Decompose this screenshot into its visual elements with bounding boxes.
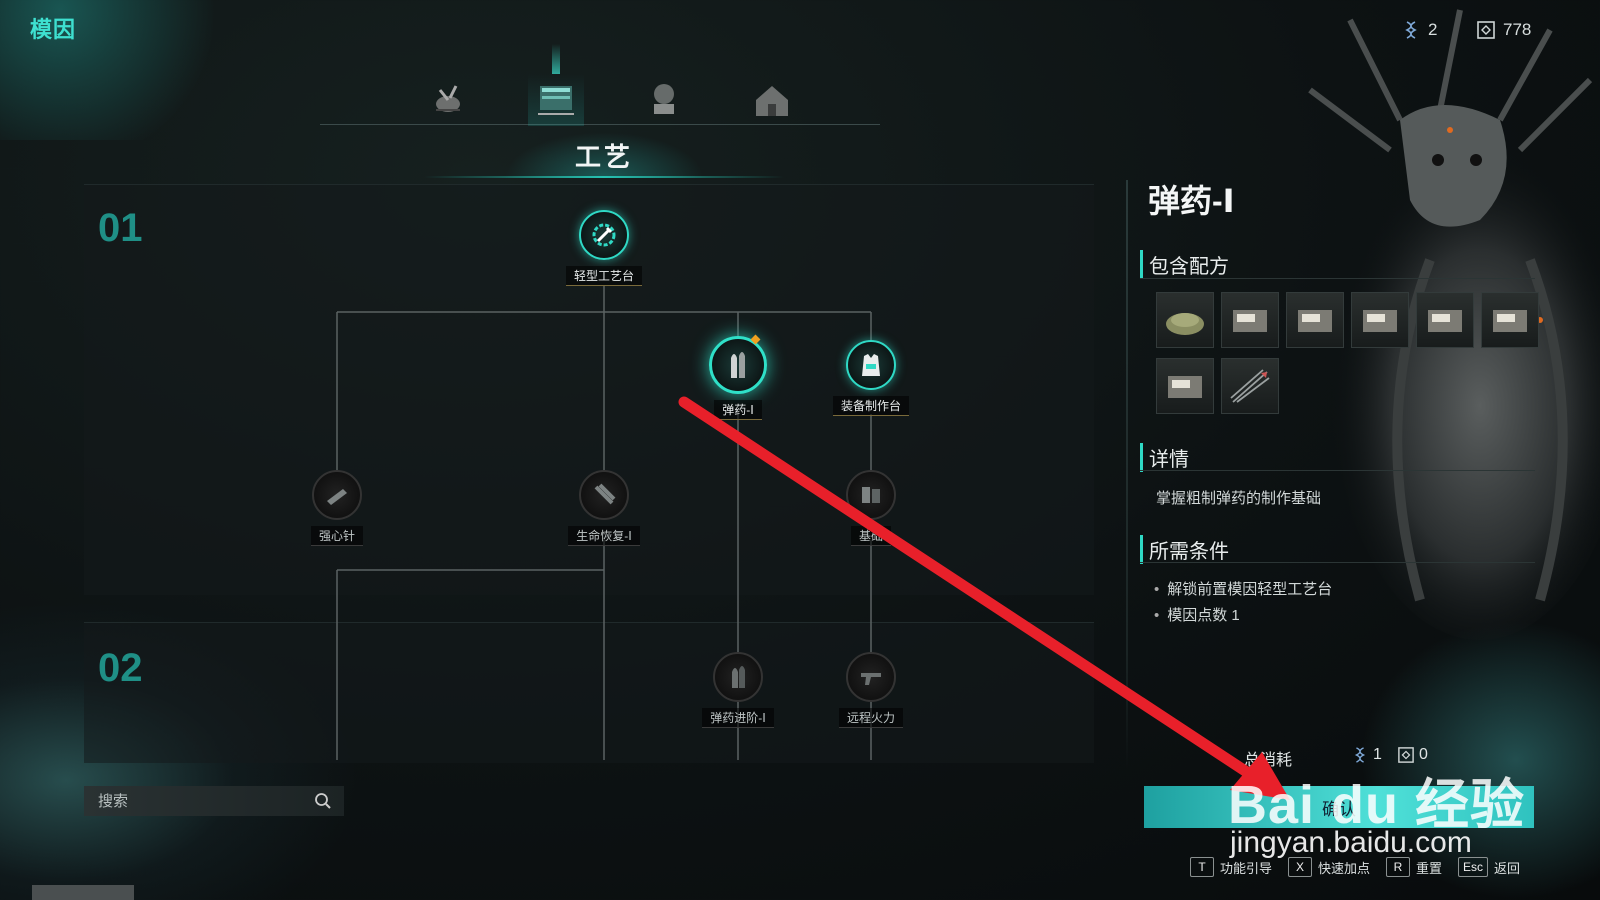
ammo-box-icon <box>1233 310 1267 332</box>
hint-label: 功能引导 <box>1220 860 1273 876</box>
skill-node-heal-1[interactable]: 生命恢复-Ⅰ <box>544 470 664 546</box>
syringe-icon <box>327 489 347 505</box>
recipes-heading: 包含配方 <box>1140 250 1229 279</box>
requirement-item: 模因点数 1 <box>1154 604 1240 625</box>
node-label: 弹药-Ⅰ <box>714 400 762 420</box>
ammo-box-icon <box>1428 310 1462 332</box>
hint-label: 重置 <box>1416 860 1443 876</box>
recipe-slot[interactable] <box>1286 292 1344 348</box>
hint-quick-add[interactable]: X 快速加点 <box>1288 857 1370 877</box>
hint-back[interactable]: Esc 返回 <box>1458 857 1520 877</box>
skill-node-ammo-1[interactable]: 弹药-Ⅰ <box>678 334 798 420</box>
skill-node-ammo-advanced[interactable]: 弹药进阶-Ⅰ <box>678 652 798 728</box>
node-disc <box>846 340 896 390</box>
node-label: 生命恢复-Ⅰ <box>568 526 640 546</box>
hint-label: 返回 <box>1494 860 1521 876</box>
heading-rule <box>1140 278 1535 279</box>
key-cap: T <box>1190 857 1214 877</box>
key-cap: R <box>1386 857 1410 877</box>
node-disc <box>709 336 767 394</box>
hint-guide[interactable]: T 功能引导 <box>1190 857 1272 877</box>
requirement-item: 解锁前置模因轻型工艺台 <box>1154 578 1332 599</box>
details-heading: 详情 <box>1140 443 1189 472</box>
node-label: 装备制作台 <box>832 396 909 416</box>
ammo-box-icon <box>1168 376 1202 398</box>
recipe-slot[interactable] <box>1351 292 1409 348</box>
bullets-icon <box>732 666 745 688</box>
search-icon[interactable] <box>314 792 332 810</box>
node-disc <box>579 210 629 260</box>
panel-divider <box>1126 180 1128 770</box>
hint-reset[interactable]: R 重置 <box>1386 857 1442 877</box>
node-label: 弹药进阶-Ⅰ <box>702 708 774 728</box>
search-box[interactable] <box>84 786 344 816</box>
node-label: 基础 <box>850 526 891 546</box>
skill-node-equipment-bench[interactable]: 装备制作台 <box>811 340 931 416</box>
details-text: 掌握粗制弹药的制作基础 <box>1156 490 1322 507</box>
skill-node-adrenaline[interactable]: 强心针 <box>277 470 397 546</box>
recipe-slot[interactable] <box>1156 358 1214 414</box>
node-disc <box>846 652 896 702</box>
key-cap: X <box>1288 857 1312 877</box>
gunpowder-icon <box>1166 313 1204 335</box>
hint-label: 快速加点 <box>1318 860 1371 876</box>
ammo-box-icon <box>1363 310 1397 332</box>
ammo-box-icon <box>1298 310 1332 332</box>
node-disc <box>312 470 362 520</box>
heading-rule <box>1140 470 1535 471</box>
heading-rule <box>1140 562 1535 563</box>
bandage-icon <box>594 483 616 505</box>
tools-icon <box>862 487 880 503</box>
node-label: 强心针 <box>310 526 363 546</box>
bottom-scrollbar <box>32 885 134 900</box>
arrows-icon <box>1230 369 1270 403</box>
search-input[interactable] <box>96 791 300 811</box>
node-disc <box>713 652 763 702</box>
recipe-slot[interactable] <box>1221 292 1279 348</box>
armor-vest-icon <box>862 354 880 376</box>
node-label: 轻型工艺台 <box>565 266 642 286</box>
watermark-url: jingyan.baidu.com <box>1230 826 1472 859</box>
detail-title: 弹药-Ⅰ <box>1148 183 1235 219</box>
requirements-heading: 所需条件 <box>1140 535 1229 564</box>
gun-icon <box>861 673 881 685</box>
node-label: 远程火力 <box>838 708 903 728</box>
node-disc <box>579 470 629 520</box>
bullets-icon <box>731 352 745 378</box>
node-disc <box>846 470 896 520</box>
key-cap: Esc <box>1458 857 1489 877</box>
recipe-slot[interactable] <box>1481 292 1539 348</box>
recipe-slot[interactable] <box>1221 358 1279 414</box>
recipe-slot[interactable] <box>1156 292 1214 348</box>
skill-node-ranged-fire[interactable]: 远程火力 <box>811 652 931 728</box>
skill-node-basic[interactable]: 基础 <box>811 470 931 546</box>
hammer-gear-icon <box>592 223 616 247</box>
skill-node-light-workbench[interactable]: 轻型工艺台 <box>544 210 664 286</box>
ammo-box-icon <box>1493 310 1527 332</box>
recipe-slot[interactable] <box>1416 292 1474 348</box>
